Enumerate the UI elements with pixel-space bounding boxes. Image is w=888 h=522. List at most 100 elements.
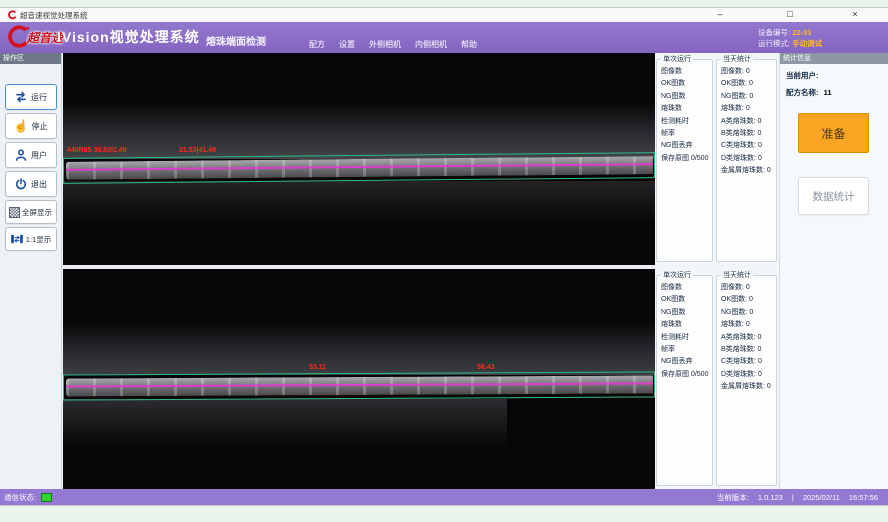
stat-row: 帧率: [661, 344, 712, 356]
daily-stats-title: 当天统计: [721, 270, 753, 280]
one-to-one-button-label: 1:1显示: [26, 234, 51, 245]
stat-row: NG图数: [661, 91, 712, 103]
measurement-annotation: 21.53|41.49: [179, 147, 216, 154]
user-button[interactable]: 用户: [5, 142, 57, 168]
stop-button-label: 停止: [31, 121, 47, 132]
measurement-annotation: 440R85 39.83|1.49: [67, 147, 127, 154]
one-to-one-button[interactable]: 1:1显示: [5, 227, 57, 251]
desktop: 超音速视觉处理系统 – □ × 超音速 IVision视觉处理系统 熔珠端面检测…: [0, 0, 888, 522]
current-user-row: 当前用户:: [786, 70, 888, 81]
stat-row: 保存原图 0/500: [661, 153, 712, 165]
stat-row: C类熔珠数: 0: [721, 356, 776, 368]
single-run-groupbox: 单次运行 图像数 OK图数 NG图数 熔珠数 检测耗时 帧率 NG图丢弃 保存原…: [656, 54, 713, 262]
one-to-one-icon: [10, 232, 24, 246]
stat-row: NG图丢弃: [661, 356, 712, 368]
exit-button-label: 退出: [31, 179, 47, 190]
fullscreen-button[interactable]: 全屏显示: [5, 200, 57, 224]
stat-row: C类熔珠数: 0: [721, 140, 776, 152]
measurement-annotation: 56.43: [477, 364, 495, 371]
stat-row: OK图数: 0: [721, 78, 776, 90]
detected-strip: [63, 152, 655, 184]
sidebar-header: 操作区: [0, 53, 61, 64]
stat-row: 熔珠数: 0: [721, 319, 776, 331]
run-icon: [14, 90, 28, 104]
stat-row: 检测耗时: [661, 116, 712, 128]
recipe-name-label: 配方名称:: [786, 88, 819, 97]
stat-row: D类熔珠数: 0: [721, 369, 776, 381]
recipe-name-value: 11: [824, 88, 832, 97]
image-noise: [63, 181, 655, 223]
run-mode-label: 运行模式:: [758, 39, 790, 48]
statistics-info-panel: 统计信息 当前用户: 配方名称: 11 准备 数据统计: [779, 53, 888, 489]
stat-row: 熔珠数: [661, 319, 712, 331]
stat-row: A类熔珠数: 0: [721, 116, 776, 128]
detected-strip: [63, 371, 655, 400]
menu-item-inner-camera[interactable]: 内侧相机: [415, 39, 447, 50]
stat-row: D类熔珠数: 0: [721, 153, 776, 165]
camera-viewport: 440R85 39.83|1.49 21.53|41.49 53.11 56.4…: [63, 53, 655, 489]
prepare-button[interactable]: 准备: [798, 113, 869, 153]
statistics-columns: 单次运行 图像数 OK图数 NG图数 熔珠数 检测耗时 帧率 NG图丢弃 保存原…: [656, 53, 778, 489]
stat-row: B类熔珠数: 0: [721, 128, 776, 140]
daily-stats-groupbox: 当天统计 图像数: 0 OK图数: 0 NG图数: 0 熔珠数: 0 A类熔珠数…: [716, 270, 777, 486]
version-value: 1.0.123: [758, 493, 783, 502]
close-button[interactable]: ×: [847, 8, 863, 21]
data-statistics-button[interactable]: 数据统计: [798, 177, 869, 215]
user-icon: [14, 148, 28, 162]
stat-row: 金属屑熔珠数: 0: [721, 165, 776, 177]
status-separator: |: [792, 493, 794, 502]
status-date: 2025/02/11: [803, 493, 840, 502]
user-button-label: 用户: [31, 150, 47, 161]
stat-row: 图像数: [661, 282, 712, 294]
main-menu: 配方 设置 外侧相机 内侧相机 帮助: [309, 39, 477, 50]
inner-camera-stats: 单次运行 图像数 OK图数 NG图数 熔珠数 检测耗时 帧率 NG图丢弃 保存原…: [656, 269, 778, 489]
stat-row: OK图数: [661, 294, 712, 306]
menu-item-recipe[interactable]: 配方: [309, 39, 325, 50]
minimize-button[interactable]: –: [712, 8, 728, 21]
app-subtitle: 熔珠端面检测: [206, 33, 266, 48]
fullscreen-button-label: 全屏显示: [22, 207, 52, 218]
inner-camera-view[interactable]: 53.11 56.43: [63, 269, 655, 489]
stat-row: OK图数: 0: [721, 294, 776, 306]
sidebar-buttons: 运行 ☝ 停止 用户: [0, 64, 61, 251]
stat-row: NG图数: [661, 307, 712, 319]
stat-row: B类熔珠数: 0: [721, 344, 776, 356]
power-icon: [14, 177, 28, 191]
stat-row: 帧率: [661, 128, 712, 140]
stop-hand-icon: ☝: [14, 120, 29, 132]
single-run-title: 单次运行: [661, 54, 693, 64]
device-number-label: 设备编号:: [758, 28, 790, 37]
single-run-groupbox: 单次运行 图像数 OK图数 NG图数 熔珠数 检测耗时 帧率 NG图丢弃 保存原…: [656, 270, 713, 486]
recipe-name-row: 配方名称: 11: [786, 87, 888, 98]
outer-camera-stats: 单次运行 图像数 OK图数 NG图数 熔珠数 检测耗时 帧率 NG图丢弃 保存原…: [656, 53, 778, 265]
status-time: 16:57:56: [849, 493, 878, 502]
outer-camera-view[interactable]: 440R85 39.83|1.49 21.53|41.49: [63, 53, 655, 265]
stat-row: 熔珠数: [661, 103, 712, 115]
status-bar: 通信状态: 当前版本: 1.0.123 | 2025/02/11 16:57:5…: [0, 489, 888, 505]
stat-row: NG图数: 0: [721, 91, 776, 103]
stop-button[interactable]: ☝ 停止: [5, 113, 57, 139]
run-mode-value: 手动调试: [792, 39, 822, 48]
run-mode-row: 运行模式: 手动调试: [758, 38, 822, 49]
stat-row: NG图丢弃: [661, 140, 712, 152]
device-number-value: 22-33: [792, 28, 811, 37]
image-noise: [63, 399, 507, 447]
main-body: 操作区 运行 ☝ 停止: [0, 53, 888, 489]
menu-item-help[interactable]: 帮助: [461, 39, 477, 50]
window-titlebar: 超音速视觉处理系统 – □ ×: [0, 8, 888, 22]
stat-row: A类熔珠数: 0: [721, 332, 776, 344]
menu-item-settings[interactable]: 设置: [339, 39, 355, 50]
run-button[interactable]: 运行: [5, 84, 57, 110]
exit-button[interactable]: 退出: [5, 171, 57, 197]
stat-row: NG图数: 0: [721, 307, 776, 319]
info-panel-header: 统计信息: [780, 53, 888, 64]
status-bar-right: 当前版本: 1.0.123 | 2025/02/11 16:57:56: [717, 492, 878, 503]
operation-sidebar: 操作区 运行 ☝ 停止: [0, 53, 62, 489]
menu-item-outer-camera[interactable]: 外侧相机: [369, 39, 401, 50]
single-run-title: 单次运行: [661, 270, 693, 280]
stat-row: 熔珠数: 0: [721, 103, 776, 115]
comm-status-led: [41, 493, 52, 502]
image-noise: [63, 321, 655, 375]
measurement-annotation: 53.11: [309, 364, 326, 371]
maximize-button[interactable]: □: [782, 8, 798, 21]
